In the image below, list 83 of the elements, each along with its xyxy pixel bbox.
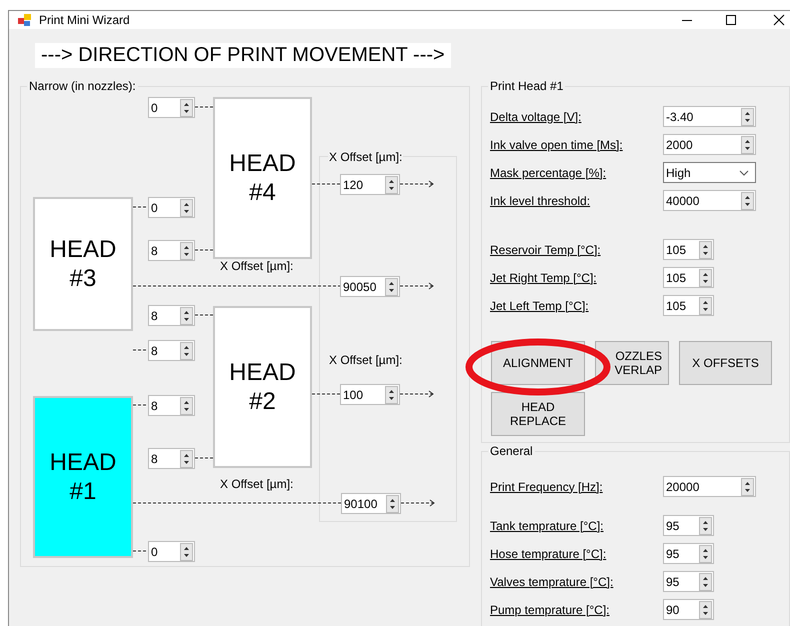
action-button[interactable]: X OFFSETS (679, 341, 772, 385)
head-box[interactable]: HEAD #3 (33, 197, 133, 331)
number-field[interactable]: 105 (663, 295, 714, 316)
field-label: Tank temprature [°C]: (490, 518, 605, 532)
arrow (400, 282, 434, 290)
head-box[interactable]: HEAD #1 (33, 396, 133, 558)
spin-arrows-icon[interactable] (180, 342, 193, 360)
spin-arrows-icon[interactable] (180, 450, 193, 468)
arrow (400, 180, 434, 188)
arrow (400, 500, 435, 506)
number-field[interactable]: 90100 (341, 493, 401, 514)
offset-label: X Offset [µm]: (328, 353, 404, 367)
number-field[interactable]: 120 (340, 174, 400, 195)
window-title: Print Mini Wizard (39, 13, 131, 27)
spin-arrows-icon[interactable] (180, 98, 193, 116)
arrow (400, 390, 434, 398)
field-label: Pump temprature [°C]: (490, 602, 611, 616)
spin-arrows-icon[interactable] (385, 386, 398, 404)
field-label: Hose temprature [°C]: (490, 546, 608, 560)
spin-arrows-icon[interactable] (699, 296, 712, 314)
number-field[interactable]: 100 (340, 384, 400, 405)
spin-arrows-icon[interactable] (180, 396, 193, 414)
close-icon[interactable] (771, 12, 787, 28)
number-field[interactable]: 105 (663, 239, 714, 260)
field-label: Ink level threshold: (490, 194, 592, 208)
group-title: Narrow (in nozzles): (27, 79, 138, 93)
dropdown[interactable]: High (663, 162, 756, 183)
field-label: Reservoir Temp [°C]: (490, 242, 602, 256)
spin-arrows-icon[interactable] (699, 600, 712, 618)
number-field[interactable]: 8 (148, 448, 195, 469)
spin-arrows-icon[interactable] (741, 192, 754, 210)
number-field[interactable]: 8 (148, 340, 195, 361)
head-box[interactable]: HEAD #4 (213, 97, 312, 259)
number-field[interactable]: 0 (148, 97, 195, 118)
chevron-icon (739, 170, 749, 176)
number-field[interactable]: 0 (148, 197, 195, 218)
spin-arrows-icon[interactable] (699, 544, 712, 562)
spin-arrows-icon[interactable] (741, 478, 754, 496)
number-field[interactable]: 20000 (663, 476, 756, 497)
field-label: Valves temprature [°C]: (490, 574, 614, 588)
field-label: Jet Right Temp [°C]: (490, 270, 598, 284)
spin-arrows-icon[interactable] (180, 306, 193, 324)
spin-arrows-icon[interactable] (741, 108, 754, 126)
number-field[interactable]: 0 (148, 541, 195, 562)
number-field[interactable]: 8 (148, 240, 195, 261)
field-label: Ink valve open time [Ms]: (490, 138, 624, 152)
action-button[interactable]: OZZLES VERLAP (595, 341, 669, 385)
spin-arrows-icon[interactable] (386, 494, 399, 512)
spin-arrows-icon[interactable] (180, 198, 193, 216)
spin-arrows-icon[interactable] (741, 136, 754, 154)
field-label: Print Frequency [Hz]: (490, 480, 604, 494)
number-field[interactable]: 90 (663, 599, 714, 620)
spin-arrows-icon[interactable] (385, 278, 398, 296)
number-field[interactable]: 90050 (340, 276, 400, 297)
offset-label: X Offset [µm]: (328, 150, 404, 164)
number-field[interactable]: 40000 (663, 190, 756, 211)
number-field[interactable]: 95 (663, 543, 714, 564)
number-field[interactable]: 95 (663, 571, 714, 592)
spin-arrows-icon[interactable] (699, 268, 712, 286)
field-label: Delta voltage [V]: (490, 110, 582, 124)
number-field[interactable]: -3.40 (663, 106, 756, 127)
spin-arrows-icon[interactable] (180, 542, 193, 560)
group-title: General (488, 444, 535, 458)
spin-arrows-icon[interactable] (699, 240, 712, 258)
head-box[interactable]: HEAD #2 (213, 306, 312, 468)
spin-arrows-icon[interactable] (385, 176, 398, 194)
number-field[interactable]: 2000 (663, 134, 756, 155)
spin-arrows-icon[interactable] (699, 516, 712, 534)
number-field[interactable]: 8 (148, 305, 195, 326)
action-button[interactable]: HEAD REPLACE (491, 392, 585, 436)
app-icon (17, 12, 33, 28)
spin-arrows-icon[interactable] (699, 572, 712, 590)
spin-arrows-icon[interactable] (180, 242, 193, 260)
group-title: Print Head #1 (488, 79, 566, 93)
maximize-icon[interactable] (723, 12, 739, 28)
number-field[interactable]: 8 (148, 395, 195, 416)
direction-banner: ---> DIRECTION OF PRINT MOVEMENT ---> (35, 43, 451, 68)
number-field[interactable]: 105 (663, 267, 714, 288)
number-field[interactable]: 95 (663, 515, 714, 536)
field-label: Jet Left Temp [°C]: (490, 298, 590, 312)
offset-label: X Offset [µm]: (219, 259, 294, 273)
field-label: Mask percentage [%]: (490, 166, 608, 180)
offset-label: X Offset [µm]: (219, 477, 294, 491)
